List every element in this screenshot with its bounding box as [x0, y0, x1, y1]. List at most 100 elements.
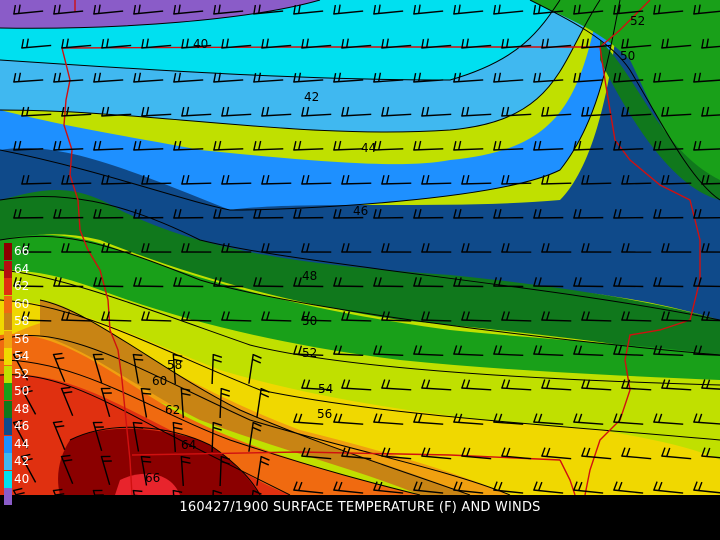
legend-swatch	[4, 278, 12, 295]
legend-label: 50	[14, 384, 30, 398]
legend-swatch	[4, 365, 12, 383]
legend-label: 66	[14, 244, 30, 258]
legend-label: 48	[14, 401, 30, 416]
wind-barb-flag	[133, 353, 143, 357]
contour-label: 44	[361, 141, 376, 155]
contour-label: 48	[302, 269, 317, 283]
legend-swatch	[4, 348, 12, 365]
wind-barb	[181, 319, 212, 322]
legend-label: 64	[14, 261, 30, 276]
legend-entry: 52	[2, 365, 30, 383]
legend-label: 58	[14, 314, 30, 328]
legend-label: 54	[14, 349, 30, 363]
contour-label: 66	[145, 471, 160, 485]
legend-swatch	[4, 418, 12, 435]
color-legend: 66 64 62 60 58 56 54 52 50 48 46 44 42 40	[2, 243, 30, 515]
legend-label: 60	[14, 296, 30, 311]
wind-barb	[541, 182, 572, 185]
contour-label: 64	[181, 438, 196, 452]
wind-barb-flag	[141, 387, 151, 391]
wind-barb	[541, 319, 572, 322]
wind-barb	[101, 319, 132, 322]
wind-barb	[581, 182, 612, 185]
map-caption: 160427/1900 SURFACE TEMPERATURE (F) AND …	[179, 500, 541, 515]
contour-label: 52	[630, 14, 645, 28]
legend-entry: 50	[2, 383, 30, 400]
wind-barb	[221, 319, 252, 322]
contour-label: 46	[353, 204, 368, 218]
legend-entry: 58	[2, 313, 30, 330]
wind-barb	[301, 182, 332, 185]
legend-entry: 64	[2, 260, 30, 278]
wind-barb	[701, 182, 720, 185]
wind-barb	[221, 182, 252, 185]
wind-barb	[701, 319, 720, 322]
legend-swatch	[4, 400, 12, 418]
wind-barb	[61, 182, 92, 185]
legend-label: 46	[14, 419, 30, 433]
wind-barb	[661, 319, 692, 322]
contour-label: 60	[152, 374, 167, 388]
wind-barb	[461, 182, 492, 185]
legend-swatch	[4, 330, 12, 348]
wind-barb-flag	[133, 489, 143, 493]
contour-label: 58	[167, 358, 182, 372]
legend-label: 56	[14, 331, 30, 346]
wind-barb	[21, 182, 52, 185]
legend-label: 42	[14, 454, 30, 468]
wind-barb	[421, 319, 452, 322]
wind-barb-flag	[134, 426, 144, 429]
wind-barb	[461, 319, 492, 322]
wind-barb	[501, 319, 532, 322]
wind-barb-flag	[141, 455, 151, 459]
legend-entry: 56	[2, 330, 30, 348]
contour-label: 52	[302, 346, 317, 360]
wind-barb	[181, 182, 212, 185]
wind-barb	[101, 182, 132, 185]
wind-barb	[61, 319, 92, 322]
contour-label: 40	[193, 37, 208, 51]
legend-swatch	[4, 295, 12, 313]
wind-barb-flag	[134, 358, 144, 361]
wind-barb	[261, 182, 292, 185]
wind-barb	[621, 182, 652, 185]
legend-swatch	[4, 260, 12, 278]
wind-barb-flag	[133, 421, 143, 425]
wind-barb	[621, 319, 652, 322]
contour-label: 50	[302, 314, 317, 328]
temperature-map: 40 42 44 46 48 50 52 54 56 58 60 62 64 6…	[0, 0, 720, 495]
contour-label: 54	[318, 382, 333, 396]
legend-swatch	[4, 453, 12, 470]
legend-label: 62	[14, 279, 30, 293]
legend-swatch	[4, 383, 12, 400]
wind-barb	[261, 319, 292, 322]
wind-barb	[141, 182, 172, 185]
legend-entry: 46	[2, 418, 30, 435]
wind-barb	[341, 319, 372, 322]
contour-label: 62	[165, 403, 180, 417]
wind-barb-flag	[142, 460, 152, 463]
contour-label: 56	[317, 407, 332, 421]
legend-swatch	[4, 313, 12, 330]
legend-entry: 44	[2, 435, 30, 453]
legend-entry: 66	[2, 243, 30, 260]
legend-swatch	[4, 470, 12, 488]
legend-swatch	[4, 243, 12, 260]
wind-barb	[141, 319, 172, 322]
contour-label: 42	[304, 90, 319, 104]
legend-label: 52	[14, 366, 30, 381]
legend-label: 44	[14, 436, 30, 451]
legend-entry: 40	[2, 470, 30, 488]
wind-barb	[381, 182, 412, 185]
wind-barb	[501, 182, 532, 185]
wind-barb	[581, 319, 612, 322]
contour-label: 50	[620, 49, 635, 63]
legend-entry: 54	[2, 348, 30, 365]
legend-entry: 48	[2, 400, 30, 418]
legend-label: 40	[14, 471, 30, 486]
wind-barb	[341, 182, 372, 185]
wind-barb	[661, 182, 692, 185]
legend-swatch	[4, 435, 12, 453]
legend-entry: 60	[2, 295, 30, 313]
wind-barb	[381, 319, 412, 322]
